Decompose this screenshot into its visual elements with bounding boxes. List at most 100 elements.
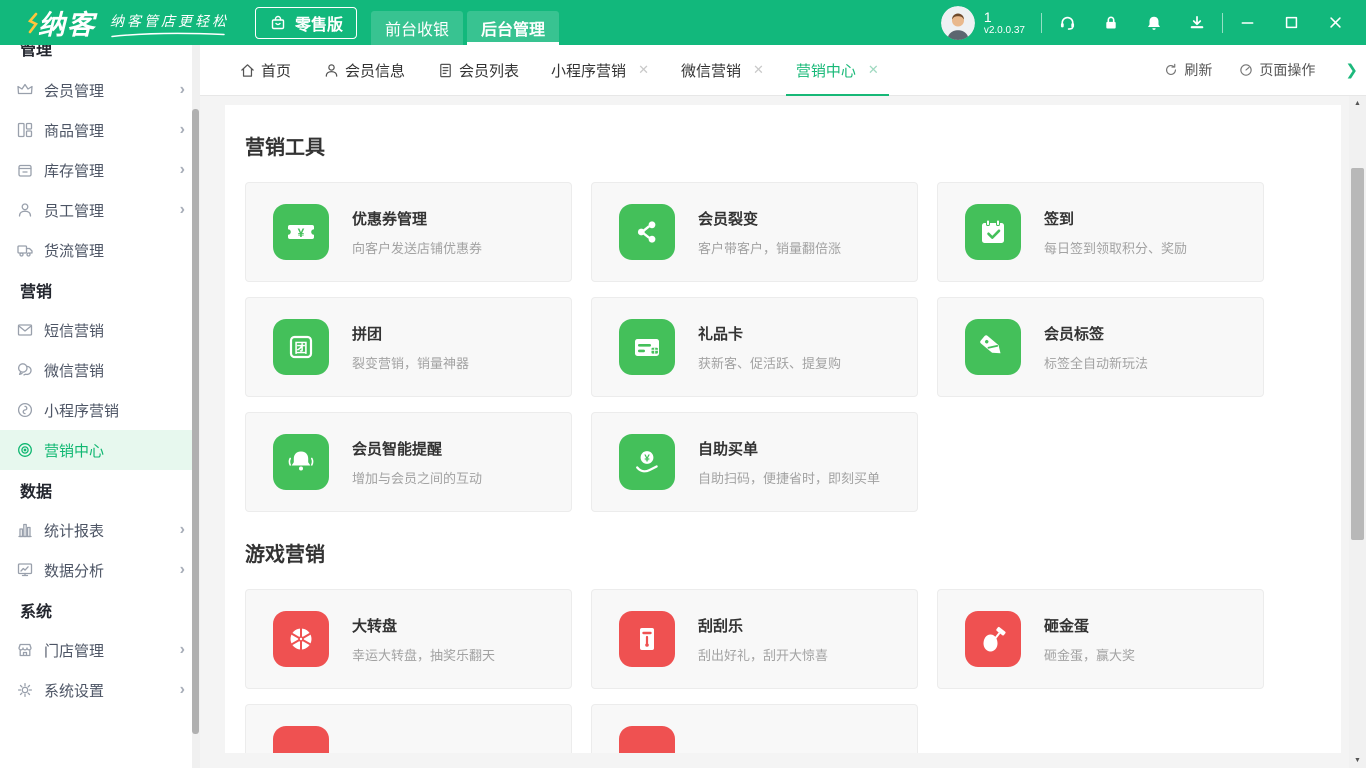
sidebar-entry[interactable]: 微信营销 › <box>0 350 200 390</box>
nav-front-cashier[interactable]: 前台收银 <box>371 11 463 45</box>
sidebar-entry[interactable]: 会员管理 › <box>0 70 200 110</box>
sidebar-entry[interactable]: 系统 › <box>0 590 200 630</box>
refresh-button[interactable]: 刷新 <box>1163 60 1212 80</box>
tab[interactable]: 会员列表 ✕ <box>423 45 533 96</box>
sidebar-entry[interactable]: 数据 › <box>0 470 200 510</box>
card[interactable]: 礼品卡 获新客、促活跃、提复购 <box>591 297 918 397</box>
card[interactable]: 团 拼团 裂变营销，销量神器 <box>245 297 572 397</box>
card-title: 会员裂变 <box>698 208 841 229</box>
edition-button[interactable]: 零售版 <box>255 7 357 39</box>
card[interactable]: 会员智能提醒 增加与会员之间的互动 <box>245 412 572 512</box>
maximize-icon[interactable] <box>1283 14 1300 31</box>
chevron-right-icon: › <box>180 641 185 659</box>
store-icon <box>16 641 34 659</box>
egg-icon <box>965 611 1021 667</box>
section-title: 营销工具 <box>245 105 1341 160</box>
inventory-icon <box>16 161 34 179</box>
topbar-divider-2 <box>1222 13 1223 33</box>
scroll-down-icon[interactable]: ▼ <box>1349 753 1366 768</box>
card[interactable]: 会员裂变 客户带客户，销量翻倍涨 <box>591 182 918 282</box>
card[interactable] <box>591 704 918 753</box>
staff-icon <box>16 201 34 219</box>
user-meta: 1 v2.0.0.37 <box>984 9 1025 37</box>
user-block[interactable]: 1 v2.0.0.37 <box>941 6 1025 40</box>
chevron-right-icon: › <box>180 681 185 699</box>
tab[interactable]: 会员信息 ✕ <box>309 45 419 96</box>
avatar <box>941 6 975 40</box>
card[interactable]: 砸金蛋 砸金蛋，赢大奖 <box>937 589 1264 689</box>
main-area: 首页 ✕ 会员信息 ✕ 会员列表 ✕ 小程序营销 ✕ <box>200 45 1366 768</box>
tab-close-icon[interactable]: ✕ <box>753 62 764 78</box>
member-icon <box>323 62 340 79</box>
page-operations-button[interactable]: 页面操作 <box>1238 60 1315 80</box>
sidebar-entry[interactable]: 管理 › <box>0 45 200 70</box>
chevron-right-icon: › <box>180 81 185 99</box>
sidebar-scrollbar-thumb[interactable] <box>192 109 199 734</box>
close-icon[interactable] <box>1327 14 1344 31</box>
section-title: 游戏营销 <box>245 512 1341 567</box>
service-icon[interactable] <box>1058 13 1077 32</box>
card-desc: 自助扫码，便捷省时，即刻买单 <box>698 468 880 487</box>
svg-text:¥: ¥ <box>298 226 305 240</box>
analysis-icon <box>16 561 34 579</box>
logo-text: 纳客 <box>38 10 96 40</box>
card[interactable]: ¥ 自助买单 自助扫码，便捷省时，即刻买单 <box>591 412 918 512</box>
tab[interactable]: 微信营销 ✕ <box>667 45 778 96</box>
card[interactable]: 刮刮乐 刮出好礼，刮开大惊喜 <box>591 589 918 689</box>
topbar-divider <box>1041 13 1042 33</box>
card-desc: 客户带客户，销量翻倍涨 <box>698 238 841 257</box>
sidebar-entry[interactable]: 小程序营销 › <box>0 390 200 430</box>
goods-icon <box>16 121 34 139</box>
tab[interactable]: 小程序营销 ✕ <box>537 45 663 96</box>
target-icon <box>16 441 34 459</box>
tab-close-icon[interactable]: ✕ <box>868 62 879 78</box>
nav-backstage[interactable]: 后台管理 <box>467 11 559 45</box>
tab[interactable]: 首页 ✕ <box>225 45 305 96</box>
sidebar-entry[interactable]: 商品管理 › <box>0 110 200 150</box>
marketing-panel: 营销工具 ¥ 优惠券管理 向客户发送店铺优惠券 <box>225 105 1341 753</box>
sidebar-entry[interactable]: 员工管理 › <box>0 190 200 230</box>
page-operations-icon <box>1238 62 1254 78</box>
sidebar-entry[interactable]: 营销中心 › <box>0 430 200 470</box>
settings-icon <box>16 681 34 699</box>
sidebar-entry[interactable]: 统计报表 › <box>0 510 200 550</box>
card[interactable]: 会员标签 标签全自动新玩法 <box>937 297 1264 397</box>
scratch-icon <box>619 611 675 667</box>
sidebar-entry[interactable]: 营销 › <box>0 270 200 310</box>
sms-icon <box>16 321 34 339</box>
main-scrollbar[interactable]: ▲ ▼ <box>1349 96 1366 768</box>
crown-icon <box>16 81 34 99</box>
minimize-icon[interactable] <box>1239 14 1256 31</box>
chevron-right-icon: › <box>180 201 185 219</box>
svg-text:团: 团 <box>294 341 307 356</box>
sidebar-entry[interactable]: 货流管理 › <box>0 230 200 270</box>
card-desc: 每日签到领取积分、奖励 <box>1044 238 1187 257</box>
card-desc: 刮出好礼，刮开大惊喜 <box>698 645 828 664</box>
card[interactable]: ¥ 优惠券管理 向客户发送店铺优惠券 <box>245 182 572 282</box>
download-icon[interactable] <box>1188 14 1206 32</box>
card-title: 自助买单 <box>698 438 880 459</box>
card-title: 砸金蛋 <box>1044 615 1135 636</box>
card-title: 签到 <box>1044 208 1187 229</box>
card-title: 刮刮乐 <box>698 615 828 636</box>
card[interactable]: 签到 每日签到领取积分、奖励 <box>937 182 1264 282</box>
tab-scroll-right-icon[interactable]: ❯ <box>1345 61 1358 79</box>
card[interactable]: 大转盘 幸运大转盘，抽奖乐翻天 <box>245 589 572 689</box>
card-desc: 向客户发送店铺优惠券 <box>352 238 482 257</box>
sidebar-entry[interactable]: 短信营销 › <box>0 310 200 350</box>
sidebar-entry[interactable]: 门店管理 › <box>0 630 200 670</box>
card-title: 优惠券管理 <box>352 208 482 229</box>
chevron-right-icon: › <box>180 561 185 579</box>
scroll-up-icon[interactable]: ▲ <box>1349 96 1366 111</box>
sidebar-entry[interactable]: 库存管理 › <box>0 150 200 190</box>
sidebar-entry[interactable]: 系统设置 › <box>0 670 200 710</box>
card[interactable] <box>245 704 572 753</box>
tab[interactable]: 营销中心 ✕ <box>782 45 893 96</box>
tab-close-icon[interactable]: ✕ <box>638 62 649 78</box>
lock-icon[interactable] <box>1102 14 1120 32</box>
list-icon <box>437 62 454 79</box>
giftcard-icon <box>619 319 675 375</box>
sidebar-entry[interactable]: 数据分析 › <box>0 550 200 590</box>
bell-icon[interactable] <box>1145 14 1163 32</box>
main-scrollbar-thumb[interactable] <box>1351 168 1364 540</box>
